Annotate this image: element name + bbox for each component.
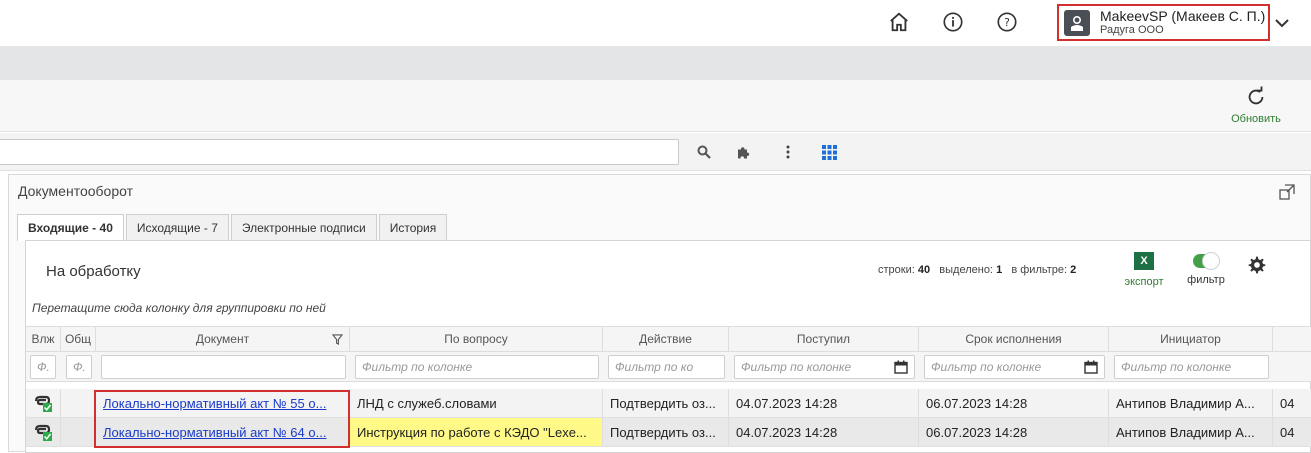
grid-container: На обработку строки: 40 выделено: 1 в фи…	[25, 240, 1311, 453]
grid-filter-row: Ф. Ф. Фильтр по колонке Фильтр по ко Фил…	[26, 352, 1311, 382]
deadline-cell: 06.07.2023 14:28	[919, 418, 1109, 446]
column-header-attachments[interactable]: Влж	[26, 327, 61, 351]
filtered-value: 2	[1070, 264, 1077, 276]
tab-signatures[interactable]: Электронные подписи	[230, 214, 377, 240]
avatar-icon	[1064, 9, 1090, 36]
help-icon[interactable]: ?	[995, 10, 1019, 34]
common-cell	[61, 418, 96, 446]
expand-icon[interactable]	[1279, 184, 1295, 203]
search-row	[0, 133, 1311, 171]
user-name: MakeevSP (Макеев С. П.)	[1100, 7, 1266, 24]
attachment-check-icon[interactable]	[34, 424, 54, 442]
group-hint: Перетащите сюда колонку для группировки …	[32, 301, 326, 315]
action-cell: Подтвердить оз...	[603, 418, 729, 446]
action-cell: Подтвердить оз...	[603, 389, 729, 417]
column-header-topic[interactable]: По вопросу	[350, 327, 603, 351]
extra-cell: 04	[1280, 424, 1295, 440]
column-header-common[interactable]: Общ	[61, 327, 96, 351]
document-flow-panel: Документооборот Входящие - 40 Исходящие …	[8, 174, 1311, 453]
column-header-initiator[interactable]: Инициатор	[1109, 327, 1273, 351]
panel-title: Документооборот	[18, 183, 134, 199]
document-cell: Локально-нормативный акт № 64 о...	[96, 418, 350, 446]
toggle-switch	[1193, 252, 1220, 270]
more-vertical-icon[interactable]	[780, 144, 796, 160]
export-label: экспорт	[1124, 276, 1164, 288]
refresh-button[interactable]: Обновить	[1226, 86, 1286, 125]
navigation-band	[0, 46, 1311, 80]
grid-view-icon[interactable]	[821, 144, 837, 160]
column-header-deadline[interactable]: Срок исполнения	[919, 327, 1109, 351]
filter-received-input[interactable]: Фильтр по колонке	[734, 355, 915, 379]
grid-stats: строки: 40 выделено: 1 в фильтре: 2	[878, 264, 1076, 276]
refresh-label: Обновить	[1231, 113, 1281, 125]
user-profile-button[interactable]: MakeevSP (Макеев С. П.) Радуга ООО	[1057, 4, 1270, 41]
filter-deadline-placeholder: Фильтр по колонке	[931, 360, 1042, 374]
column-header-received[interactable]: Поступил	[729, 327, 919, 351]
selected-value: 1	[996, 264, 1003, 276]
grid-title: На обработку	[46, 263, 141, 280]
filter-label: фильтр	[1187, 274, 1225, 286]
grid-header-row: Влж Общ Документ По вопросу Действие Пос…	[26, 326, 1311, 352]
search-input[interactable]	[0, 139, 679, 165]
received-cell: 04.07.2023 14:28	[729, 418, 919, 446]
attachment-cell	[26, 418, 61, 446]
deadline-cell: 06.07.2023 14:28	[919, 389, 1109, 417]
attachment-cell	[26, 389, 61, 417]
tab-bar: Входящие - 40 Исходящие - 7 Электронные …	[17, 214, 449, 241]
table-row[interactable]: Локально-нормативный акт № 55 о... ЛНД с…	[26, 389, 1311, 418]
document-link[interactable]: Локально-нормативный акт № 64 о...	[103, 425, 326, 440]
export-button[interactable]: X экспорт	[1120, 252, 1168, 288]
common-cell	[61, 389, 96, 417]
document-link[interactable]: Локально-нормативный акт № 55 о...	[103, 396, 326, 411]
svg-text:?: ?	[1004, 16, 1010, 29]
rows-label: строки:	[878, 264, 915, 276]
calendar-icon[interactable]	[1084, 360, 1098, 374]
excel-icon: X	[1134, 252, 1154, 270]
tab-history[interactable]: История	[378, 214, 448, 240]
chevron-down-icon[interactable]	[1275, 16, 1289, 31]
top-bar: ? MakeevSP (Макеев С. П.) Радуга ООО	[0, 0, 1311, 46]
calendar-icon[interactable]	[894, 360, 908, 374]
home-icon[interactable]	[887, 10, 911, 34]
topic-cell: ЛНД с служеб.словами	[350, 389, 603, 417]
funnel-icon[interactable]	[332, 334, 343, 345]
tab-outgoing[interactable]: Исходящие - 7	[125, 214, 229, 240]
refresh-icon	[1248, 86, 1264, 105]
filter-document-input[interactable]	[101, 355, 346, 379]
info-icon[interactable]	[941, 10, 965, 34]
initiator-cell: Антипов Владимир А...	[1109, 389, 1273, 417]
rows-value: 40	[917, 264, 931, 276]
topic-cell: Инструкция по работе с КЭДО "Lexe...	[350, 418, 603, 446]
tab-incoming[interactable]: Входящие - 40	[17, 214, 124, 241]
gear-icon[interactable]	[1247, 255, 1267, 278]
user-org: Радуга ООО	[1100, 23, 1164, 36]
document-cell: Локально-нормативный акт № 55 о...	[96, 389, 350, 417]
filter-deadline-input[interactable]: Фильтр по колонке	[924, 355, 1105, 379]
toolbar	[0, 80, 1311, 132]
puzzle-icon[interactable]	[736, 144, 752, 160]
selected-label: выделено:	[939, 264, 993, 276]
column-header-document-label: Документ	[195, 332, 250, 346]
filter-common-input[interactable]: Ф.	[66, 355, 92, 379]
attachment-check-icon[interactable]	[34, 395, 54, 413]
received-cell: 04.07.2023 14:28	[729, 389, 919, 417]
filter-initiator-input[interactable]: Фильтр по колонке	[1114, 355, 1269, 379]
filtered-label: в фильтре:	[1011, 264, 1068, 276]
filter-attachments-input[interactable]: Ф.	[30, 355, 56, 379]
search-icon[interactable]	[696, 144, 712, 160]
filter-topic-input[interactable]: Фильтр по колонке	[355, 355, 599, 379]
column-header-document[interactable]: Документ	[96, 327, 350, 351]
table-row[interactable]: Локально-нормативный акт № 64 о... Инстр…	[26, 418, 1311, 447]
initiator-cell: Антипов Владимир А...	[1109, 418, 1273, 446]
extra-cell: 04	[1280, 395, 1295, 411]
filter-received-placeholder: Фильтр по колонке	[741, 360, 852, 374]
column-header-extra[interactable]	[1273, 327, 1311, 351]
filter-toggle[interactable]: фильтр	[1181, 252, 1231, 286]
column-header-action[interactable]: Действие	[603, 327, 729, 351]
filter-action-input[interactable]: Фильтр по ко	[608, 355, 725, 379]
